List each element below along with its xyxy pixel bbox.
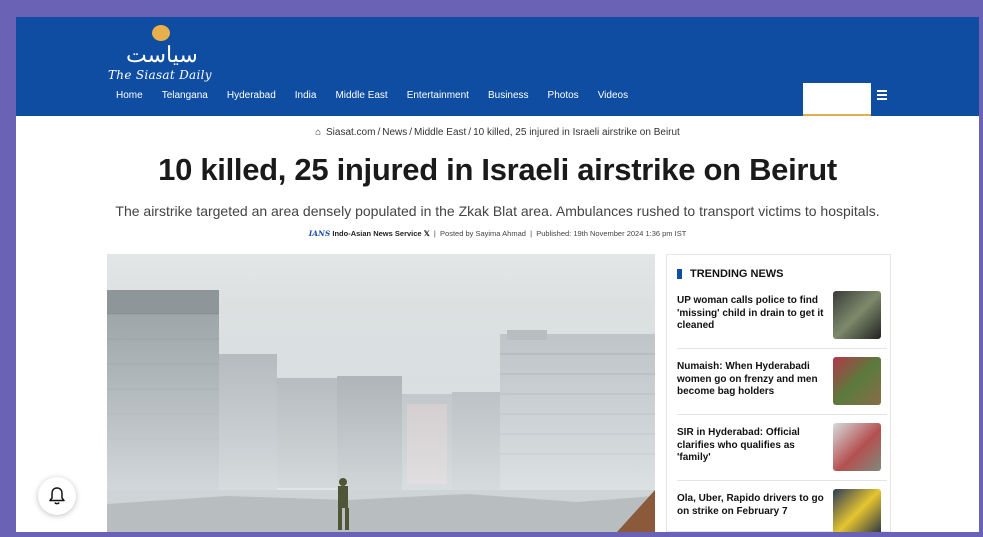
- agency-name[interactable]: Indo-Asian News Service: [332, 229, 421, 238]
- trending-item[interactable]: SIR in Hyderabad: Official clarifies who…: [677, 423, 887, 481]
- trending-item-thumbnail[interactable]: [833, 489, 881, 532]
- trending-item[interactable]: UP woman calls police to find 'missing' …: [677, 291, 887, 349]
- breadcrumb-siasat[interactable]: Siasat.com: [326, 127, 375, 138]
- site-header: سیاست The Siasat Daily Home Telangana Hy…: [16, 17, 979, 116]
- nav-home[interactable]: Home: [116, 90, 143, 101]
- x-icon[interactable]: 𝕏: [424, 229, 430, 238]
- article-subtitle: The airstrike targeted an area densely p…: [115, 203, 880, 219]
- logo-urdu-text: سیاست: [126, 43, 198, 68]
- trending-accent-bar: [677, 269, 682, 279]
- home-icon[interactable]: ⌂: [315, 127, 321, 138]
- article-title: 10 killed, 25 injured in Israeli airstri…: [158, 152, 837, 187]
- breadcrumb-separator: /: [468, 127, 472, 138]
- trending-item[interactable]: Ola, Uber, Rapido drivers to go on strik…: [677, 489, 887, 532]
- trending-heading-text: TRENDING NEWS: [690, 268, 784, 280]
- trending-item-title[interactable]: SIR in Hyderabad: Official clarifies who…: [677, 427, 829, 465]
- trending-heading: TRENDING NEWS: [677, 268, 784, 280]
- breadcrumb: ⌂ Siasat.com / News / Middle East/10 killed,…: [16, 127, 979, 138]
- article-meta: IANS Indo-Asian News Service 𝕏 | Posted …: [16, 229, 979, 238]
- nav-hyderabad[interactable]: Hyderabad: [227, 90, 276, 101]
- trending-item-thumbnail[interactable]: [833, 291, 881, 339]
- nav-entertainment[interactable]: Entertainment: [407, 90, 469, 101]
- breadcrumb-separator: /: [409, 127, 413, 138]
- logo-english-text: The Siasat Daily: [108, 68, 212, 82]
- search-input[interactable]: [803, 83, 871, 116]
- browser-page: سیاست The Siasat Daily Home Telangana Hy…: [16, 17, 979, 532]
- breadcrumb-separator: /: [377, 127, 381, 138]
- meta-separator: |: [530, 229, 533, 238]
- published-date: Published: 19th November 2024 1:36 pm IS…: [536, 229, 687, 238]
- nav-telangana[interactable]: Telangana: [162, 90, 208, 101]
- site-logo[interactable]: سیاست The Siasat Daily: [108, 25, 238, 82]
- hamburger-menu-icon[interactable]: [877, 90, 887, 100]
- ians-logo: IANS: [308, 229, 331, 238]
- breadcrumb-news[interactable]: News: [382, 127, 407, 138]
- trending-item-title[interactable]: UP woman calls police to find 'missing' …: [677, 295, 829, 333]
- trending-item[interactable]: Numaish: When Hyderabadi women go on fre…: [677, 357, 887, 415]
- nav-middle-east[interactable]: Middle East: [335, 90, 387, 101]
- article-hero-image: [107, 254, 655, 532]
- nav-india[interactable]: India: [295, 90, 317, 101]
- notification-bell-icon[interactable]: [38, 477, 76, 515]
- trending-news-panel: TRENDING NEWS UP woman calls police to f…: [666, 254, 891, 532]
- posted-by: Posted by Sayima Ahmad: [440, 229, 526, 238]
- meta-separator: |: [433, 229, 436, 238]
- main-nav: Home Telangana Hyderabad India Middle Ea…: [116, 90, 647, 101]
- trending-item-title[interactable]: Numaish: When Hyderabadi women go on fre…: [677, 361, 829, 399]
- breadcrumb-middle-east[interactable]: Middle East: [414, 127, 466, 138]
- logo-emblem-icon: [152, 25, 170, 41]
- breadcrumb-current: 10 killed, 25 injured in Israeli airstri…: [473, 127, 680, 138]
- nav-business[interactable]: Business: [488, 90, 529, 101]
- nav-photos[interactable]: Photos: [548, 90, 579, 101]
- trending-item-thumbnail[interactable]: [833, 423, 881, 471]
- nav-videos[interactable]: Videos: [598, 90, 628, 101]
- trending-item-title[interactable]: Ola, Uber, Rapido drivers to go on strik…: [677, 493, 829, 518]
- trending-item-thumbnail[interactable]: [833, 357, 881, 405]
